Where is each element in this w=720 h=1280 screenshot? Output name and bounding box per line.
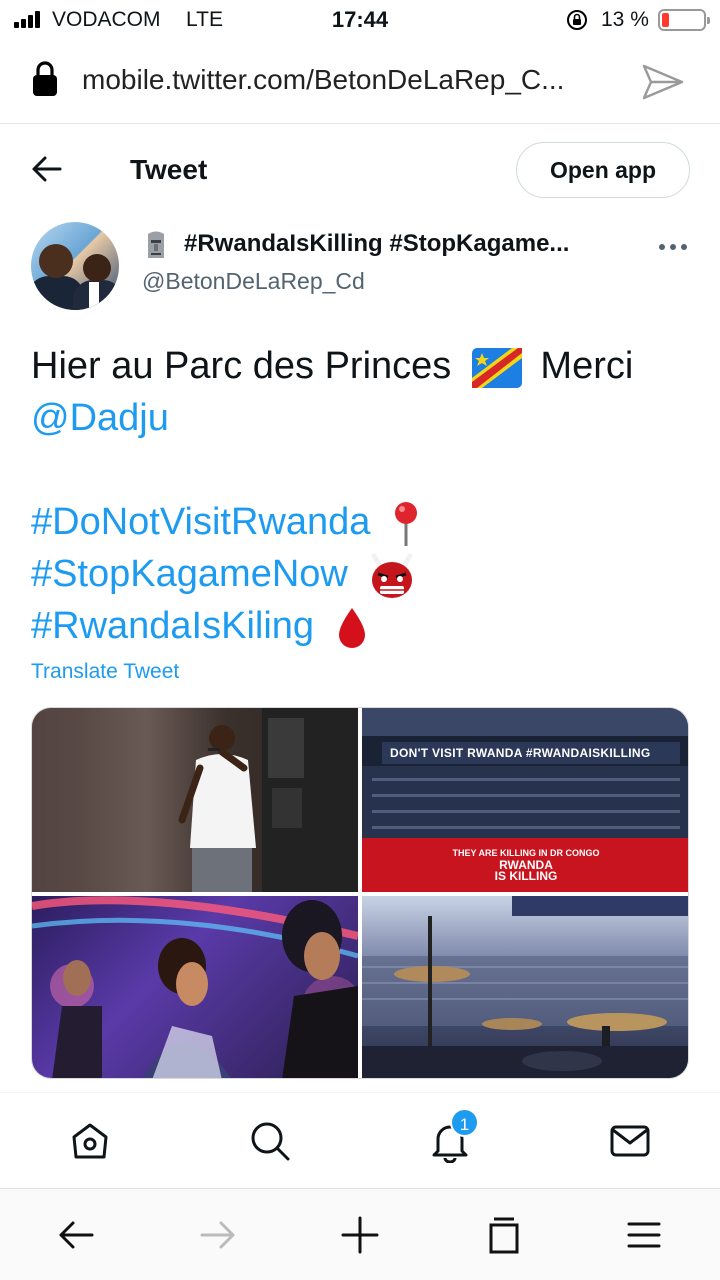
mention-link[interactable]: @Dadju xyxy=(31,397,169,439)
author-handle[interactable]: @BetonDeLaRep_Cd xyxy=(142,268,365,295)
new-tab-plus-icon[interactable] xyxy=(340,1215,380,1255)
photo-stadium-banner[interactable]: DON'T VISIT RWANDA #RWANDAISKILLING THEY… xyxy=(362,708,688,892)
media-grid: DON'T VISIT RWANDA #RWANDAISKILLING THEY… xyxy=(31,707,689,1079)
hashtag-link[interactable]: #StopKagameNow xyxy=(31,553,348,595)
page-title: Tweet xyxy=(130,154,208,185)
tweet-text-part: Merci xyxy=(540,345,634,387)
back-icon[interactable] xyxy=(30,154,62,184)
translate-tweet-link[interactable]: Translate Tweet xyxy=(31,660,179,684)
address-bar[interactable]: mobile.twitter.com/BetonDeLaRep_C... xyxy=(0,40,720,124)
banner-main: RWANDA IS KILLING xyxy=(362,859,688,883)
battery-fill xyxy=(662,13,669,27)
home-icon[interactable] xyxy=(68,1119,112,1163)
twitter-bottom-nav xyxy=(0,1092,720,1188)
status-bar: VODACOM LTE 17:44 13 % xyxy=(0,0,720,40)
tabs-icon[interactable] xyxy=(484,1215,524,1255)
open-app-button[interactable]: Open app xyxy=(516,142,690,198)
hashtag-link[interactable]: #RwandaIsKiling xyxy=(31,605,314,647)
back-arrow-icon[interactable] xyxy=(56,1215,96,1255)
forward-arrow-icon[interactable] xyxy=(198,1215,238,1255)
moai-icon xyxy=(148,231,164,258)
photo-crowd-fans[interactable] xyxy=(32,896,358,1078)
lock-icon xyxy=(33,61,57,96)
banner-main-line: IS KILLING xyxy=(494,869,558,883)
rotation-lock-icon xyxy=(567,10,587,30)
share-send-icon[interactable] xyxy=(641,62,685,102)
menu-icon[interactable] xyxy=(624,1215,664,1255)
photo-stadium-stage[interactable] xyxy=(362,896,688,1078)
browser-toolbar xyxy=(0,1188,720,1280)
url-text[interactable]: mobile.twitter.com/BetonDeLaRep_C... xyxy=(82,64,564,96)
avatar[interactable] xyxy=(31,222,119,310)
tweet-text-part: Hier au Parc des Princes xyxy=(31,345,452,387)
banner-subline: THEY ARE KILLING IN DR CONGO xyxy=(452,848,600,858)
battery-percent: 13 % xyxy=(601,8,649,31)
more-options-icon[interactable] xyxy=(658,243,688,251)
banner-text: DON'T VISIT RWANDA #RWANDAISKILLING xyxy=(390,746,651,760)
battery-icon xyxy=(658,9,710,31)
search-icon[interactable] xyxy=(248,1119,292,1163)
tweet-header: Tweet Open app xyxy=(0,124,720,214)
messages-icon[interactable] xyxy=(608,1119,652,1163)
hashtag-link[interactable]: #DoNotVisitRwanda xyxy=(31,501,370,543)
photo-singer-on-stage[interactable] xyxy=(32,708,358,892)
notification-badge: 1 xyxy=(450,1108,479,1137)
drop-of-blood-icon xyxy=(338,607,365,648)
dr-congo-flag-icon xyxy=(471,347,522,388)
round-pushpin-icon xyxy=(394,501,417,546)
tweet-text: Hier au Parc des Princes Merci @Dadju #D… xyxy=(31,340,701,652)
author-display-name[interactable]: #RwandaIsKilling #StopKagame... xyxy=(184,230,569,258)
ogre-mask-icon xyxy=(371,553,413,598)
